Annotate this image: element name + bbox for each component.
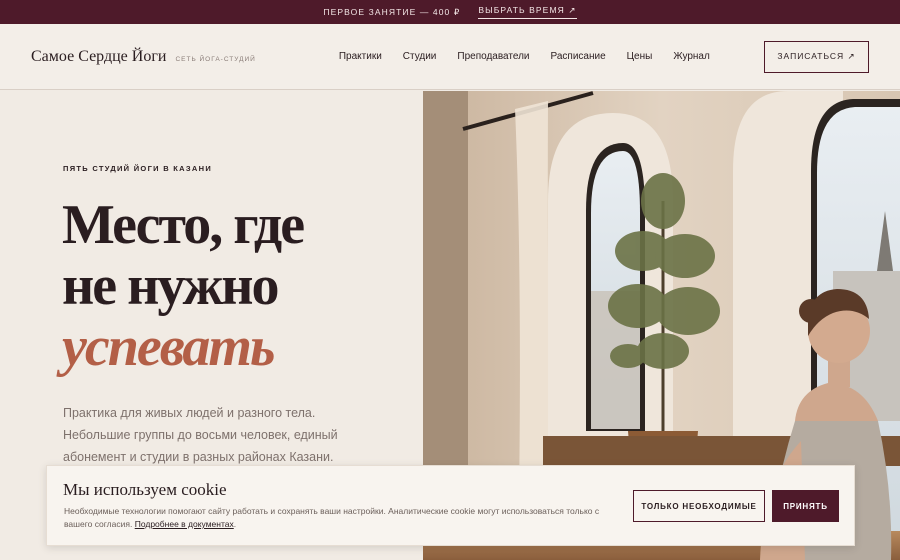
nav-item-teachers[interactable]: Преподаватели [457, 51, 529, 62]
nav-item-journal[interactable]: Журнал [673, 51, 710, 62]
cookie-accept-button[interactable]: ПРИНЯТЬ [772, 490, 839, 522]
signup-button[interactable]: ЗАПИСАТЬСЯ ↗ [764, 40, 869, 73]
cookie-text: Необходимые технологии помогают сайту ра… [64, 505, 604, 531]
nav-item-practices[interactable]: Практики [339, 51, 382, 62]
headline-accent: успевать [62, 316, 276, 378]
promo-bar: ПЕРВОЕ ЗАНЯТИЕ — 400 ₽ ВЫБРАТЬ ВРЕМЯ ↗ [0, 0, 900, 24]
nav-item-prices[interactable]: Цены [627, 51, 653, 62]
headline-line-1: Место, где [62, 194, 305, 256]
promo-text: ПЕРВОЕ ЗАНЯТИЕ — 400 ₽ [323, 6, 461, 17]
headline-line-2: не нужно [62, 255, 280, 317]
cookie-title: Мы используем cookie [63, 480, 227, 499]
main-nav: Практики Студии Преподаватели Расписание… [339, 51, 710, 62]
brand[interactable]: Самое Сердце Йоги СЕТЬ ЙОГА-СТУДИЙ [31, 48, 256, 66]
hero-headline: Место, где не нужно успевать [62, 194, 305, 378]
brand-name[interactable]: Самое Сердце Йоги [31, 48, 166, 66]
cookie-essential-button[interactable]: ТОЛЬКО НЕОБХОДИМЫЕ [633, 490, 765, 522]
nav-item-studios[interactable]: Студии [403, 51, 437, 62]
cookie-link-suffix: . [233, 519, 237, 529]
hero-lede: Практика для живых людей и разного тела.… [63, 406, 338, 464]
nav-item-schedule[interactable]: Расписание [551, 51, 606, 62]
site-header: Самое Сердце Йоги СЕТЬ ЙОГА-СТУДИЙ Практ… [0, 24, 900, 90]
hero-eyebrow: ПЯТЬ СТУДИЙ ЙОГИ В КАЗАНИ [63, 164, 213, 173]
brand-tagline: СЕТЬ ЙОГА-СТУДИЙ [175, 55, 256, 63]
cookie-banner: Мы используем cookie Необходимые техноло… [46, 465, 855, 546]
promo-link[interactable]: ВЫБРАТЬ ВРЕМЯ ↗ [478, 5, 577, 19]
cookie-docs-link[interactable]: Подробнее в документах [135, 519, 234, 529]
